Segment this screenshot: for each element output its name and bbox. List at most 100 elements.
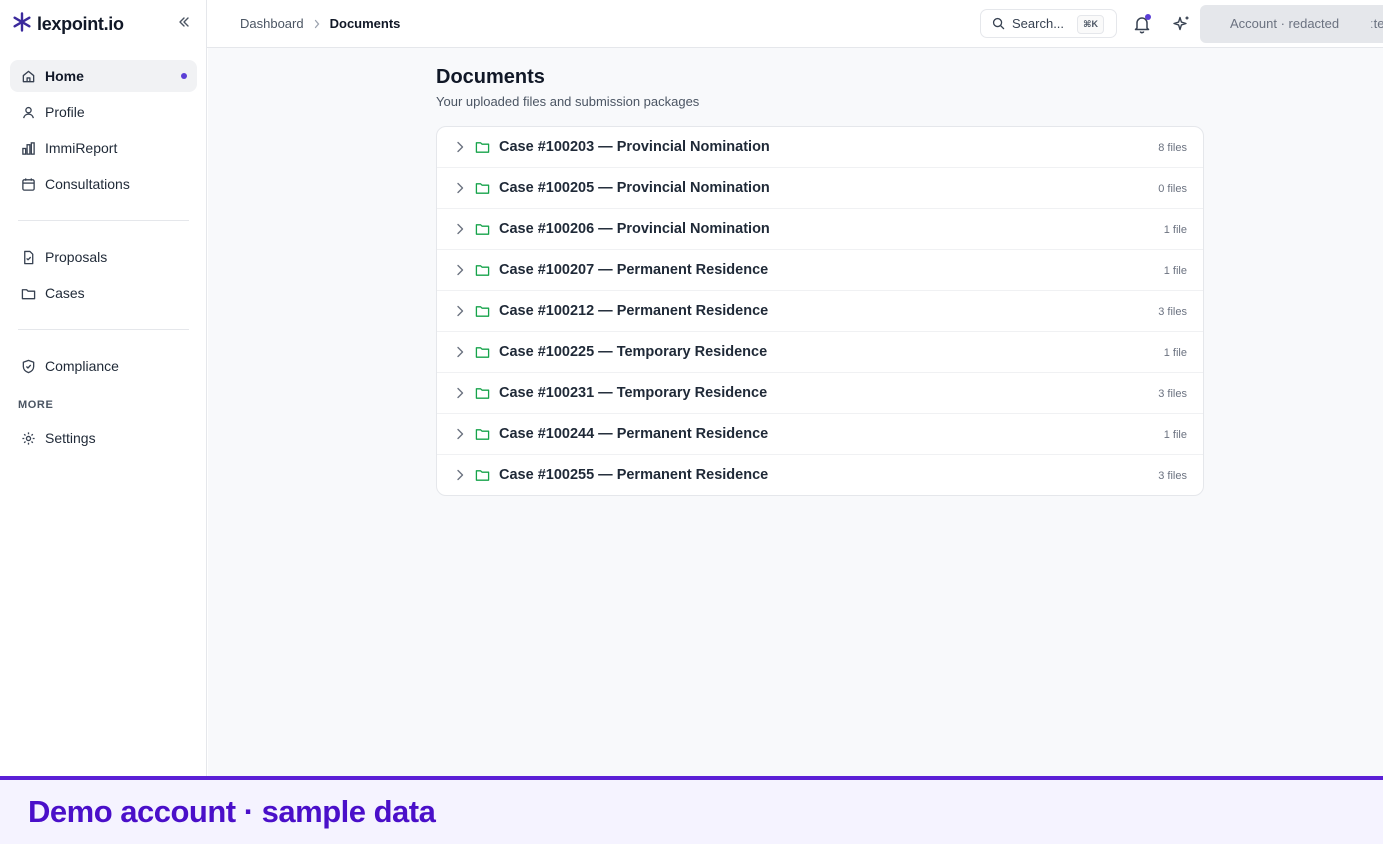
sidebar-divider <box>18 220 189 221</box>
case-folder-row[interactable]: Case #100206 — Provincial Nomination 1 f… <box>437 209 1203 250</box>
ai-assistant-button[interactable] <box>1172 14 1192 34</box>
folder-icon <box>475 140 490 159</box>
case-folder-row[interactable]: Case #100255 — Permanent Residence 3 fil… <box>437 455 1203 495</box>
breadcrumb-dashboard-link[interactable]: Dashboard <box>240 16 304 31</box>
case-folder-row[interactable]: Case #100207 — Permanent Residence 1 fil… <box>437 250 1203 291</box>
chevron-right-icon[interactable] <box>454 427 466 446</box>
file-count: 3 files <box>1158 470 1187 482</box>
sidebar-item-cases[interactable]: Cases <box>10 277 197 309</box>
folder-icon <box>475 345 490 364</box>
chevron-right-icon[interactable] <box>454 263 466 282</box>
search-button[interactable]: Search... ⌘K <box>980 9 1117 38</box>
breadcrumb-current: Documents <box>329 16 401 31</box>
file-count: 1 file <box>1163 429 1187 441</box>
file-check-icon <box>20 249 36 265</box>
main-content: Documents Your uploaded files and submis… <box>208 48 1383 776</box>
case-title: Case #100206 — Provincial Nomination <box>499 221 770 237</box>
sparkle-icon <box>1172 16 1192 38</box>
home-icon <box>20 68 36 84</box>
case-folder-row[interactable]: Case #100231 — Temporary Residence 3 fil… <box>437 373 1203 414</box>
page-title: Documents <box>436 66 545 88</box>
file-count: 1 file <box>1163 224 1187 236</box>
folder-icon <box>475 222 490 241</box>
bar-chart-icon <box>20 140 36 156</box>
account-menu[interactable]: Account · redacted ːte <box>1200 5 1383 43</box>
chevron-right-icon[interactable] <box>454 222 466 241</box>
case-folder-row[interactable]: Case #100203 — Provincial Nomination 8 f… <box>437 127 1203 168</box>
sidebar-item-proposals[interactable]: Proposals <box>10 241 197 273</box>
case-folder-row[interactable]: Case #100225 — Temporary Residence 1 fil… <box>437 332 1203 373</box>
sidebar-item-label: ImmiReport <box>45 140 118 156</box>
demo-banner: Demo account · sample data <box>0 776 1383 844</box>
chevron-right-icon[interactable] <box>454 304 466 323</box>
sidebar-item-label: Home <box>45 68 84 84</box>
chevron-right-icon[interactable] <box>454 140 466 159</box>
page-subtitle: Your uploaded files and submission packa… <box>436 94 700 109</box>
search-icon <box>992 17 1005 35</box>
case-title: Case #100212 — Permanent Residence <box>499 303 769 319</box>
sidebar-item-label: Cases <box>45 285 85 301</box>
search-placeholder: Search... <box>1012 16 1065 31</box>
folder-icon <box>475 263 490 282</box>
sidebar-item-settings[interactable]: Settings <box>10 422 197 454</box>
case-title: Case #100244 — Permanent Residence <box>499 426 769 442</box>
sidebar: lexpoint.io Home Profile ImmiReport Cons… <box>0 0 207 776</box>
sidebar-item-compliance[interactable]: Compliance <box>10 350 197 382</box>
asterisk-logo-icon <box>12 11 32 37</box>
active-indicator-dot <box>181 73 187 79</box>
file-count: 1 file <box>1163 265 1187 277</box>
documents-list: Case #100203 — Provincial Nomination 8 f… <box>436 126 1204 496</box>
sidebar-item-label: Profile <box>45 104 85 120</box>
chevrons-left-icon <box>178 15 190 33</box>
case-title: Case #100207 — Permanent Residence <box>499 262 769 278</box>
file-count: 0 files <box>1158 183 1187 195</box>
folder-icon <box>475 304 490 323</box>
collapse-sidebar-button[interactable] <box>174 14 194 34</box>
shield-check-icon <box>20 358 36 374</box>
file-count: 3 files <box>1158 388 1187 400</box>
bell-icon <box>1131 17 1153 39</box>
sidebar-item-label: Proposals <box>45 249 108 265</box>
folder-icon <box>475 427 490 446</box>
demo-banner-text: Demo account · sample data <box>28 794 436 829</box>
topbar: Dashboard Documents Search... ⌘K Account… <box>207 0 1383 48</box>
sidebar-item-label: Settings <box>45 430 96 446</box>
file-count: 8 files <box>1158 142 1187 154</box>
sidebar-item-label: Compliance <box>45 358 119 374</box>
case-folder-row[interactable]: Case #100205 — Provincial Nomination 0 f… <box>437 168 1203 209</box>
case-folder-row[interactable]: Case #100212 — Permanent Residence 3 fil… <box>437 291 1203 332</box>
folder-icon <box>475 468 490 487</box>
search-shortcut-badge: ⌘K <box>1077 15 1104 34</box>
case-title: Case #100203 — Provincial Nomination <box>499 139 770 155</box>
chevron-right-icon[interactable] <box>454 181 466 200</box>
chevron-right-icon[interactable] <box>454 386 466 405</box>
case-folder-row[interactable]: Case #100244 — Permanent Residence 1 fil… <box>437 414 1203 455</box>
calendar-icon <box>20 176 36 192</box>
sidebar-section-more: MORE <box>18 399 54 411</box>
case-title: Case #100231 — Temporary Residence <box>499 385 768 401</box>
sidebar-item-home[interactable]: Home <box>10 60 197 92</box>
notifications-button[interactable] <box>1131 13 1153 35</box>
sidebar-divider <box>18 329 189 330</box>
folder-icon <box>20 285 36 301</box>
brand-logo[interactable]: lexpoint.io <box>12 11 124 37</box>
account-label: Account · redacted <box>1230 16 1340 31</box>
user-icon <box>20 104 36 120</box>
notification-dot <box>1145 14 1151 20</box>
case-title: Case #100225 — Temporary Residence <box>499 344 768 360</box>
folder-icon <box>475 386 490 405</box>
sidebar-item-profile[interactable]: Profile <box>10 96 197 128</box>
file-count: 1 file <box>1163 347 1187 359</box>
breadcrumb: Dashboard Documents <box>240 16 400 31</box>
file-count: 3 files <box>1158 306 1187 318</box>
chevron-right-icon[interactable] <box>454 468 466 487</box>
case-title: Case #100205 — Provincial Nomination <box>499 180 770 196</box>
sidebar-item-consultations[interactable]: Consultations <box>10 168 197 200</box>
brand-name: lexpoint.io <box>37 13 124 34</box>
sidebar-item-immireport[interactable]: ImmiReport <box>10 132 197 164</box>
chevron-right-icon[interactable] <box>454 345 466 364</box>
gear-icon <box>20 430 36 446</box>
account-overflow-text: ːte <box>1370 16 1383 31</box>
sidebar-item-label: Consultations <box>45 176 130 192</box>
case-title: Case #100255 — Permanent Residence <box>499 467 769 483</box>
